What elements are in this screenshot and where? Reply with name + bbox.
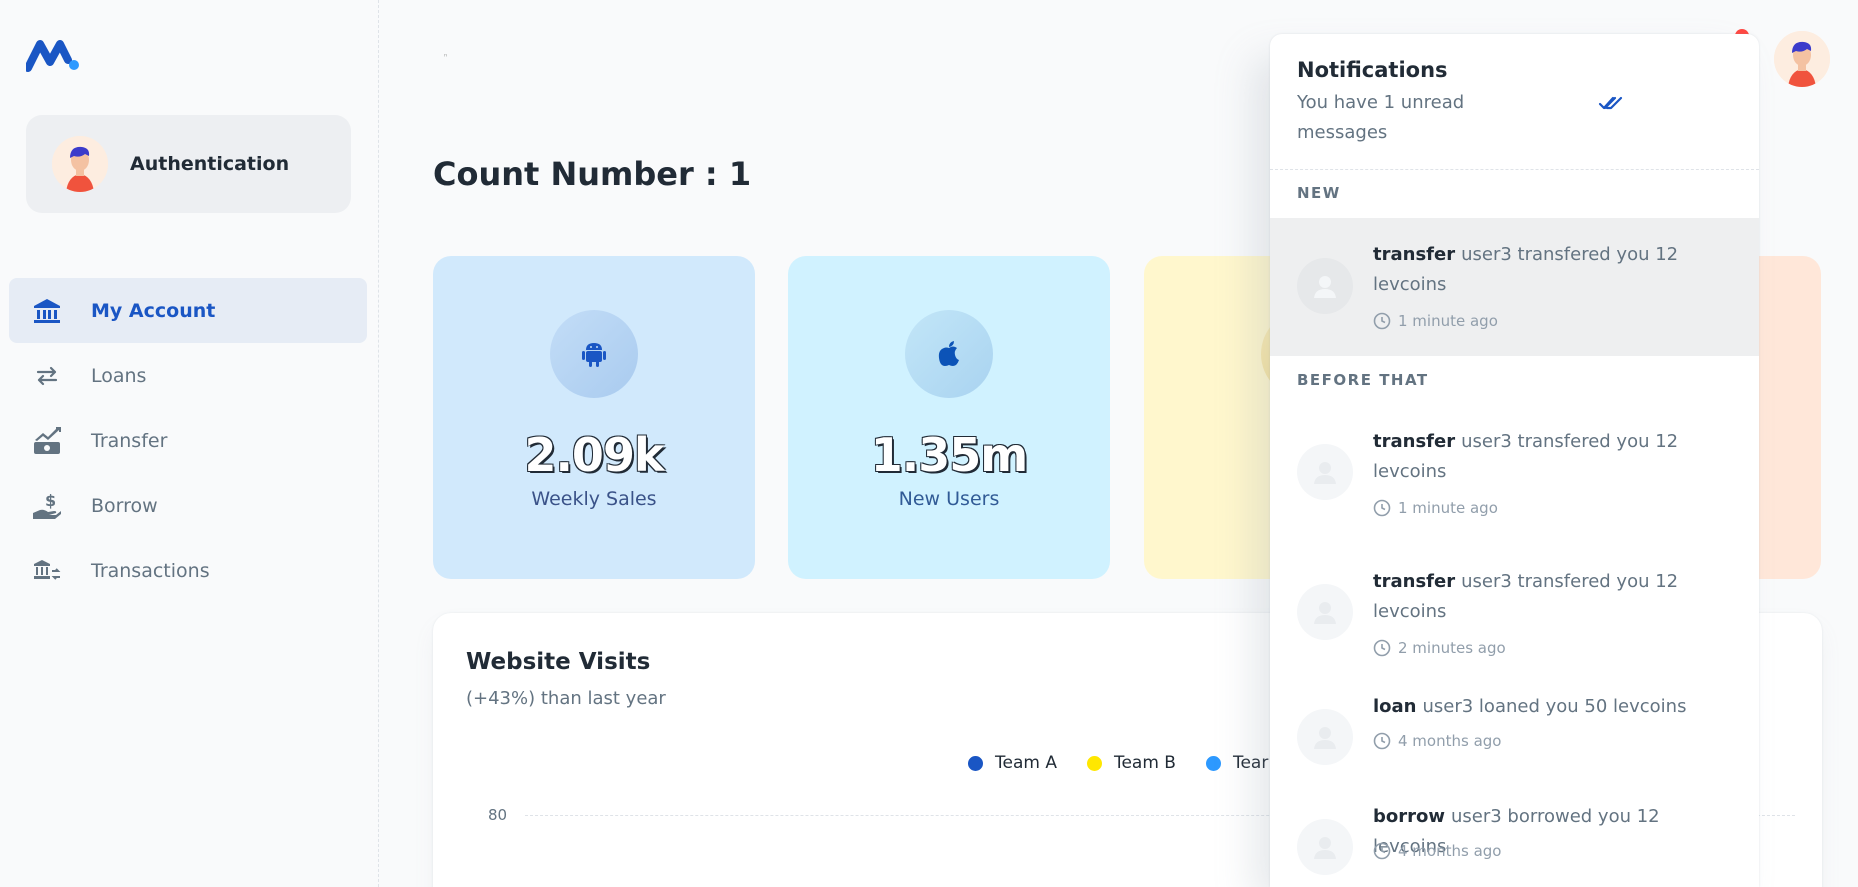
sidebar-item-label: My Account [91,299,216,322]
stat-label: New Users [898,488,1000,510]
sidebar-item-label: Transactions [91,559,210,582]
avatar [52,136,108,192]
notification-text: transfer user3 transfered you 12 levcoins [1373,427,1733,487]
apple-icon [905,310,993,398]
sidebar-nav: My Account Loans Transfer $ Borrow Trans… [9,278,367,603]
legend-label: Team B [1113,753,1176,773]
clock-icon [1373,842,1391,860]
notification-time: 4 months ago [1373,732,1501,750]
bank-transfer-icon [31,555,63,587]
legend-label: Tear [1232,753,1269,773]
notification-time-text: 4 months ago [1398,842,1502,860]
legend-item-team-c[interactable]: Tear [1205,753,1269,773]
notification-item[interactable]: borrow user3 borrowed you 12 levcoins 4 m… [1270,794,1759,887]
account-avatar-button[interactable] [1774,31,1830,87]
user-avatar-icon [1297,584,1353,640]
user-avatar-icon [1297,258,1353,314]
sidebar-item-transactions[interactable]: Transactions [9,538,367,603]
notification-time-text: 1 minute ago [1398,499,1498,517]
legend-label: Team A [995,753,1057,773]
notification-type: transfer [1373,244,1456,265]
chart-legend: Team A Team B Tear [968,753,1268,773]
sidebar-item-borrow[interactable]: $ Borrow [9,473,367,538]
page-title: Count Number : 1 [433,155,752,193]
tiny-mark: ⁿ [444,52,448,61]
user-avatar-icon [1297,819,1353,875]
notification-type: borrow [1373,806,1445,827]
notification-message: user3 loaned you 50 levcoins [1422,696,1687,717]
notification-time: 2 minutes ago [1373,639,1506,657]
notifications-subtitle: You have 1 unread messages [1297,92,1465,143]
notification-text: loan user3 loaned you 50 levcoins [1373,692,1733,722]
svg-text:$: $ [45,491,56,510]
sidebar: Authentication My Account Loans Transfer… [0,0,379,887]
notification-type: loan [1373,696,1417,717]
legend-item-team-b[interactable]: Team B [1086,753,1176,773]
visits-title: Website Visits [466,649,651,675]
section-label-before: BEFORE THAT [1297,371,1429,389]
sidebar-item-label: Loans [91,364,147,387]
notification-type: transfer [1373,431,1456,452]
legend-dot [1205,755,1221,771]
account-card[interactable]: Authentication [26,115,351,213]
hand-dollar-icon: $ [31,490,63,522]
notification-time: 1 minute ago [1373,499,1498,517]
legend-dot [1086,755,1102,771]
notification-time-text: 2 minutes ago [1398,639,1506,657]
notification-text: transfer user3 transfered you 12 levcoins [1373,567,1733,627]
sidebar-item-label: Transfer [91,429,168,452]
notification-time: 4 months ago [1373,842,1501,860]
notification-type: transfer [1373,571,1456,592]
sidebar-item-loans[interactable]: Loans [9,343,367,408]
android-icon [550,310,638,398]
visits-subtitle: (+43%) than last year [466,688,666,709]
notifications-title: Notifications [1297,58,1448,82]
money-growth-icon [31,425,63,457]
stat-card-weekly-sales: 2.09k Weekly Sales [433,256,755,579]
y-axis-tick: 80 [488,806,508,824]
user-avatar-icon [1297,444,1353,500]
stat-card-new-users: 1.35m New Users [788,256,1110,579]
stat-label: Weekly Sales [531,488,657,510]
clock-icon [1373,732,1391,750]
legend-dot [968,755,983,771]
notification-item[interactable]: loan user3 loaned you 50 levcoins 4 month… [1270,684,1759,794]
divider [1270,169,1759,170]
clock-icon [1373,639,1391,657]
notifications-header: Notifications You have 1 unread messages [1297,58,1497,148]
sidebar-item-my-account[interactable]: My Account [9,278,367,343]
notification-text: transfer user3 transfered you 12 levcoins [1373,240,1733,300]
logo[interactable] [24,38,80,72]
mark-all-read-icon[interactable] [1597,89,1625,117]
notification-item[interactable]: transfer user3 transfered you 12 levcoins… [1270,218,1759,356]
bank-icon [31,295,63,327]
legend-item-team-a[interactable]: Team A [968,753,1057,773]
notification-time-text: 4 months ago [1398,732,1502,750]
clock-icon [1373,312,1391,330]
notification-time: 1 minute ago [1373,312,1498,330]
section-label-new: NEW [1297,184,1341,202]
user-avatar-icon [1297,709,1353,765]
sidebar-item-transfer[interactable]: Transfer [9,408,367,473]
notifications-popover: Notifications You have 1 unread messages… [1270,34,1759,887]
notification-time-text: 1 minute ago [1398,312,1498,330]
notification-item[interactable]: transfer user3 transfered you 12 levcoins… [1270,404,1759,544]
stat-value: 2.09k [524,428,664,482]
swap-arrows-icon [31,360,63,392]
sidebar-item-label: Borrow [91,494,158,517]
account-name: Authentication [130,153,290,175]
notification-item[interactable]: transfer user3 transfered you 12 levcoins… [1270,544,1759,684]
stat-value: 1.35m [870,428,1028,482]
clock-icon [1373,499,1391,517]
